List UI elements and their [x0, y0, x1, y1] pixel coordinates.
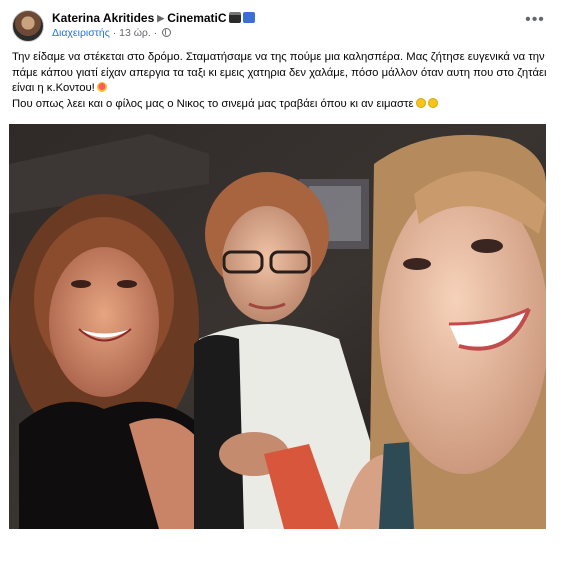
clapperboard-icon [228, 12, 241, 23]
smile-emoji [427, 97, 438, 108]
triangle-right-icon: ▶ [157, 13, 165, 23]
separator-dot: · [153, 27, 158, 39]
separator-dot: · [112, 27, 117, 39]
post-caption: Την είδαμε να στέκεται στο δρόμο. Σταματ… [12, 50, 548, 112]
globe-icon [162, 28, 172, 37]
author-role[interactable]: Διαχειριστής [52, 27, 110, 39]
picture-frame-icon [242, 12, 255, 23]
post-photo[interactable] [9, 124, 546, 529]
caption-line-1: Την είδαμε να στέκεται στο δρόμο. Σταματ… [12, 51, 547, 94]
author-line: Katerina Akritides ▶ CinematiC [52, 11, 255, 25]
more-options-button[interactable]: ••• [522, 12, 548, 34]
author-avatar[interactable] [12, 10, 44, 42]
grin-emoji [415, 97, 426, 108]
facebook-post: Katerina Akritides ▶ CinematiC Διαχειριστή… [0, 0, 563, 588]
post-meta: Διαχειριστής · 13 ώρ. · [52, 27, 172, 39]
author-name[interactable]: Katerina Akritides [52, 11, 154, 25]
heart-eyes-emoji [96, 82, 107, 92]
selfie-image [9, 124, 546, 529]
page-name[interactable]: CinematiC [167, 11, 226, 25]
post-time[interactable]: 13 ώρ. [119, 27, 151, 39]
post-header: Katerina Akritides ▶ CinematiC Διαχειριστή… [12, 10, 552, 44]
caption-line-2: Που οπως λεει και ο φίλος μας ο Νικος το… [12, 97, 414, 110]
